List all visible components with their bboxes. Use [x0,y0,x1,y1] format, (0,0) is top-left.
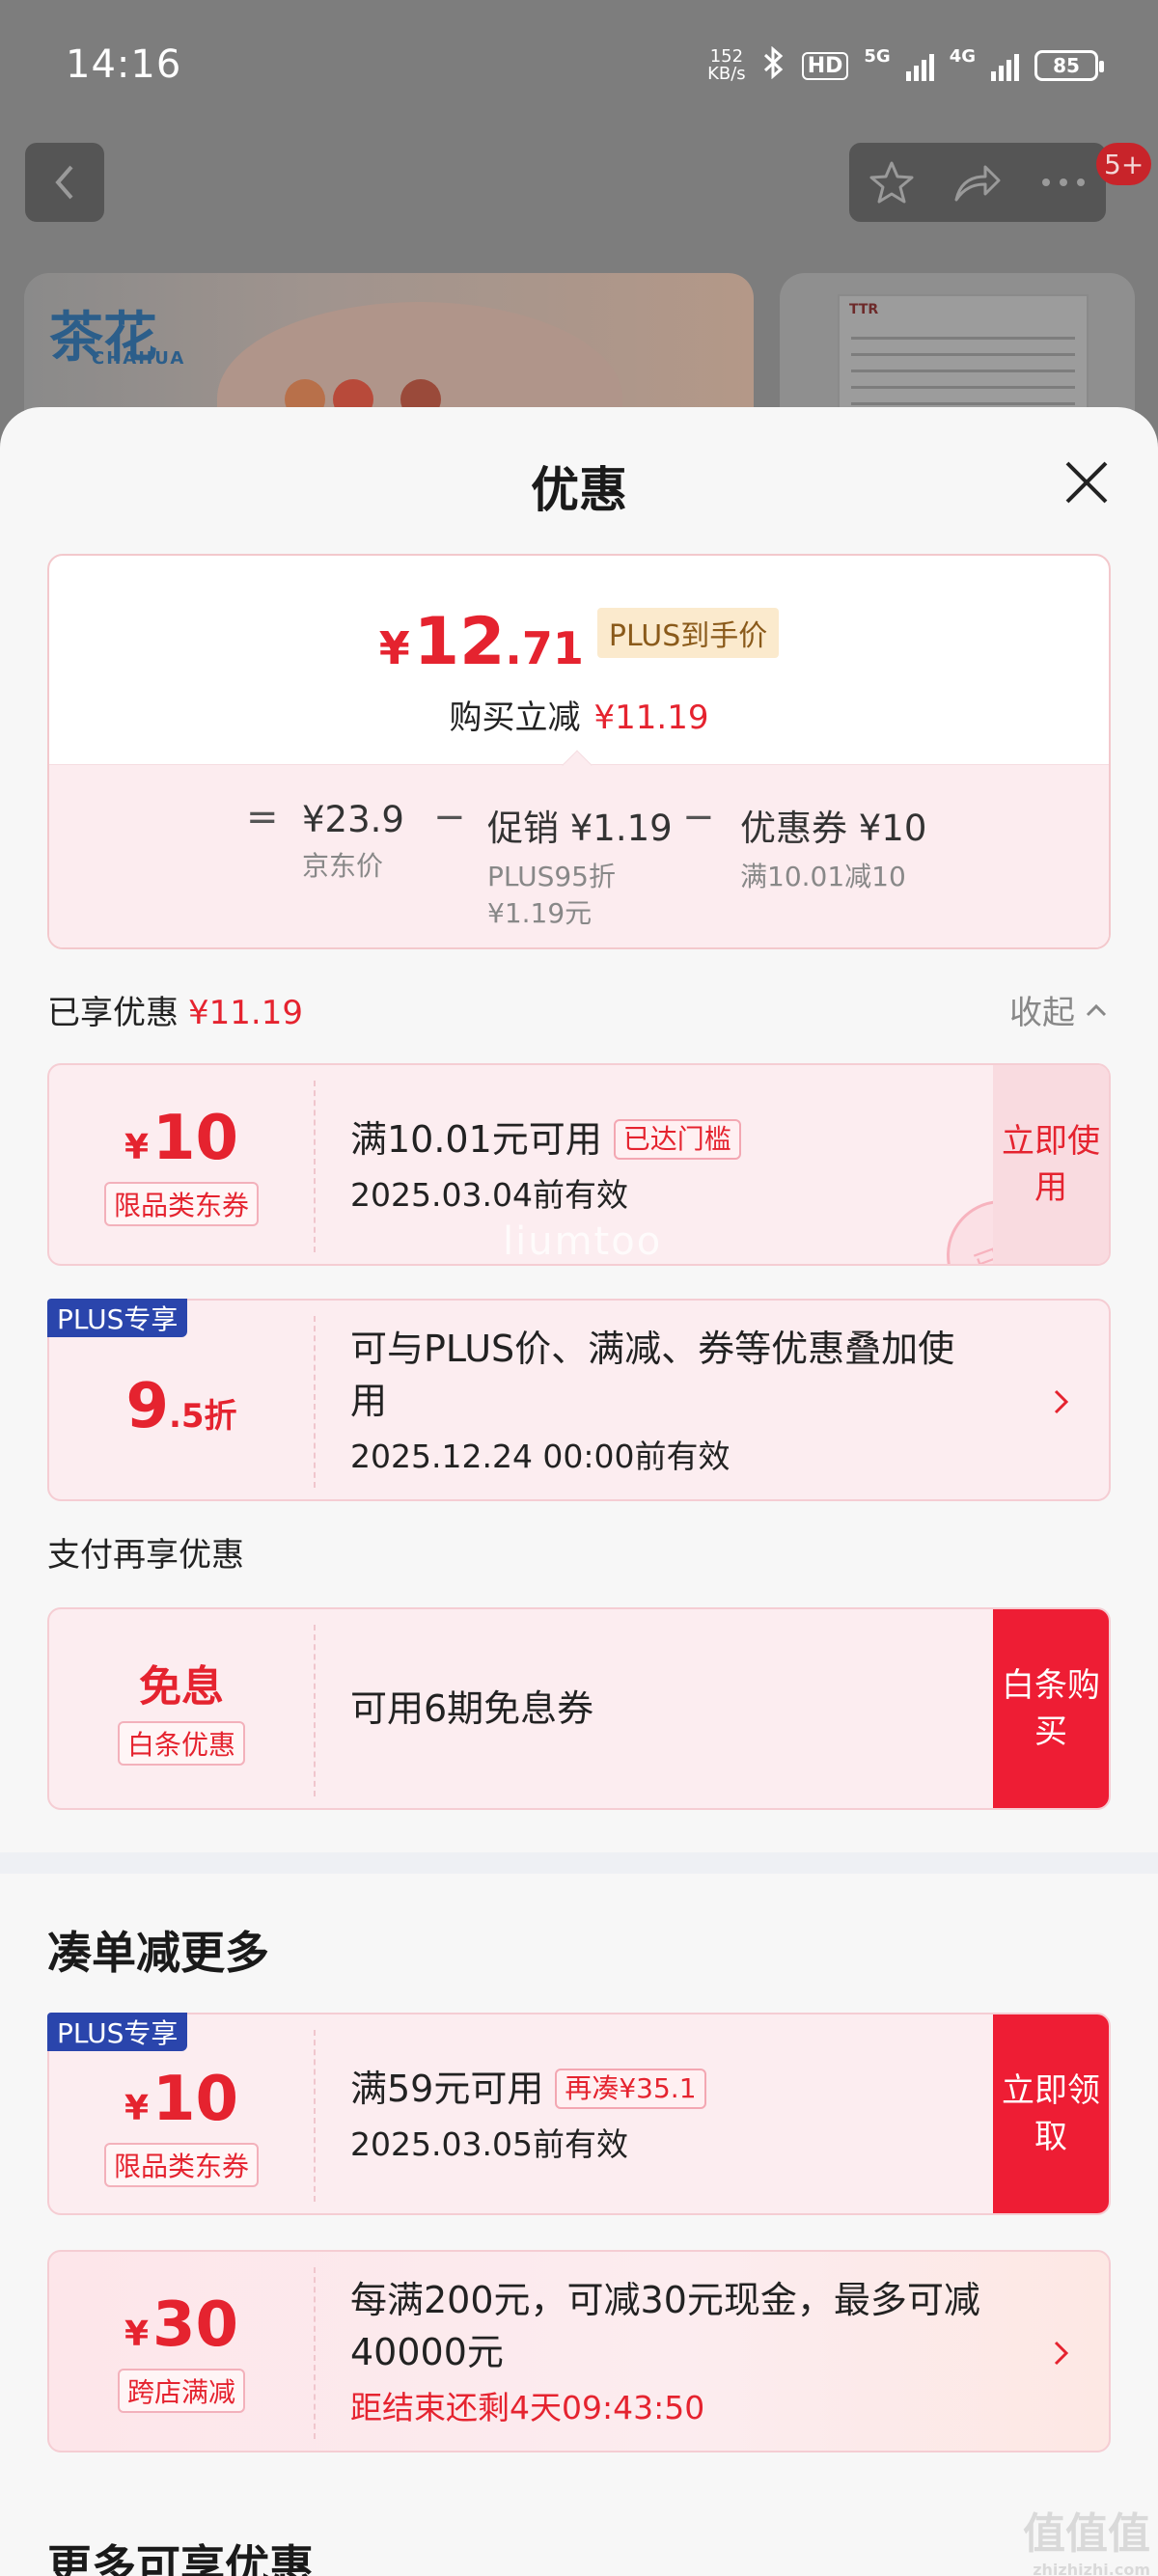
minus-sign: − [433,795,466,839]
chevron-right-icon[interactable] [1053,2339,1070,2371]
site-watermark: 值值值 zhizhizhi.com [1023,2509,1150,2576]
coupon-expiry: 2025.03.04前有效 [350,1176,628,1214]
coupon-card[interactable]: ¥10 限品类东券 满10.01元可用已达门槛 2025.03.04前有效 已领… [47,1063,1111,1266]
bluetooth-icon [761,45,786,85]
status-icons: 152 KB/s HD 5G 4G 85 [707,45,1104,85]
notification-badge: 5+ [1096,143,1152,185]
claim-now-button[interactable]: 立即领取 [993,2014,1109,2213]
instant-discount: 购买立减 ¥11.19 [449,699,709,737]
need-more-badge: 再凑¥35.1 [555,2069,706,2109]
plus-exclusive-badge: PLUS专享 [47,2013,188,2051]
jd-price: ¥23.9 京东价 [302,799,404,882]
star-icon [869,161,914,204]
coupon-discount: 优惠券 ¥10 满10.01减10 [740,808,927,892]
chevron-up-icon [1086,1003,1107,1016]
favorite-button[interactable] [858,149,925,216]
price-summary: ¥ 12 .71 PLUS到手价 购买立减 ¥11.19 = ¥23.9 京东价 … [47,554,1111,949]
promo-info: 每满200元，可减30元现金，最多可减 40000元 距结束还剩4天09:43:… [350,2279,980,2426]
price-breakdown: = ¥23.9 京东价 − 促销 ¥1.19 PLUS95折 ¥1.19元 − … [49,795,1109,934]
plus-discount-info: 可与PLUS价、满减、券等优惠叠加使 用 2025.12.24 00:00前有效 [350,1328,955,1475]
use-now-button[interactable]: 立即使用 [993,1065,1109,1264]
network-4g-label: 4G [949,46,976,67]
baitiao-card[interactable]: 免息 白条优惠 可用6期免息券 白条购买 [47,1607,1111,1810]
more-discount-heading: 凑单减更多 [47,1927,269,1979]
baitiao-info: 可用6期免息券 [350,1687,594,1730]
more-available-heading: 更多可享优惠 [47,2540,314,2576]
more-icon [1041,178,1085,186]
plus-price-tag: PLUS到手价 [596,607,780,658]
plus-discount-card[interactable]: 9.5折 可与PLUS价、满减、券等优惠叠加使 用 2025.12.24 00:… [47,1299,1111,1501]
collapse-button[interactable]: 收起 [1009,986,1108,1033]
equals-sign: = [246,795,279,839]
minus-sign: − [682,795,715,839]
toolbar [849,143,1106,222]
network-5g-label: 5G [864,46,891,67]
plus-discount-expiry: 2025.12.24 00:00前有效 [350,1438,731,1475]
coupon-amount: ¥10 限品类东券 [49,1065,314,1264]
cross-store-promo-card[interactable]: ¥30 跨店满减 每满200元，可减30元现金，最多可减 40000元 距结束还… [47,2250,1111,2453]
discount-sheet: 优惠 ¥ 12 .71 PLUS到手价 购买立减 ¥11.19 = ¥23.9 京… [0,407,1158,2576]
coupon-type-tag: 限品类东券 [103,1182,259,1226]
baitiao-buy-button[interactable]: 白条购买 [993,1609,1109,1808]
signal-icon-2 [991,50,1019,81]
baitiao-label: 免息 白条优惠 [49,1609,314,1808]
sheet-title: 优惠 [531,462,627,518]
close-button[interactable] [1060,455,1114,509]
coupon-type-tag: 限品类东券 [103,2143,259,2187]
hd-icon: HD [801,51,849,80]
threshold-met-badge: 已达门槛 [613,1119,741,1160]
pay-discount-heading: 支付再享优惠 [47,1536,244,1575]
coupon-expiry: 2025.03.05前有效 [350,2125,628,2163]
battery-icon: 85 [1034,50,1104,81]
share-button[interactable] [944,149,1011,216]
back-icon [55,165,73,200]
close-icon [1065,461,1108,504]
network-speed: 152 KB/s [707,46,746,84]
enjoyed-discount: 已享优惠 ¥11.19 [47,994,303,1032]
coupon-info: 满59元可用 再凑¥35.1 2025.03.05前有效 [350,2014,706,2213]
back-button[interactable] [25,143,104,222]
share-icon [954,165,1001,202]
status-bar: 14:16 152 KB/s HD 5G 4G 85 [0,0,1158,135]
clock: 14:16 [66,42,182,87]
coupon-card[interactable]: ¥10 限品类东券 满59元可用 再凑¥35.1 2025.03.05前有效 立即… [47,2013,1111,2215]
chevron-right-icon[interactable] [1053,1387,1070,1420]
section-separator [0,1852,1158,1874]
final-price: ¥ 12 .71 PLUS到手价 [49,604,1109,680]
promo-discount: 促销 ¥1.19 PLUS95折 ¥1.19元 [487,808,673,929]
watermark: liumtoo [503,1219,663,1264]
signal-icon [905,50,934,81]
promo-amount: ¥30 跨店满减 [49,2252,314,2451]
promo-type-tag: 跨店满减 [117,2369,245,2413]
countdown-timer: 距结束还剩4天09:43:50 [350,2389,705,2426]
plus-exclusive-badge: PLUS专享 [47,1299,188,1337]
brand-logo-en: CHAHUA [92,348,186,369]
more-button[interactable] [1030,149,1097,216]
